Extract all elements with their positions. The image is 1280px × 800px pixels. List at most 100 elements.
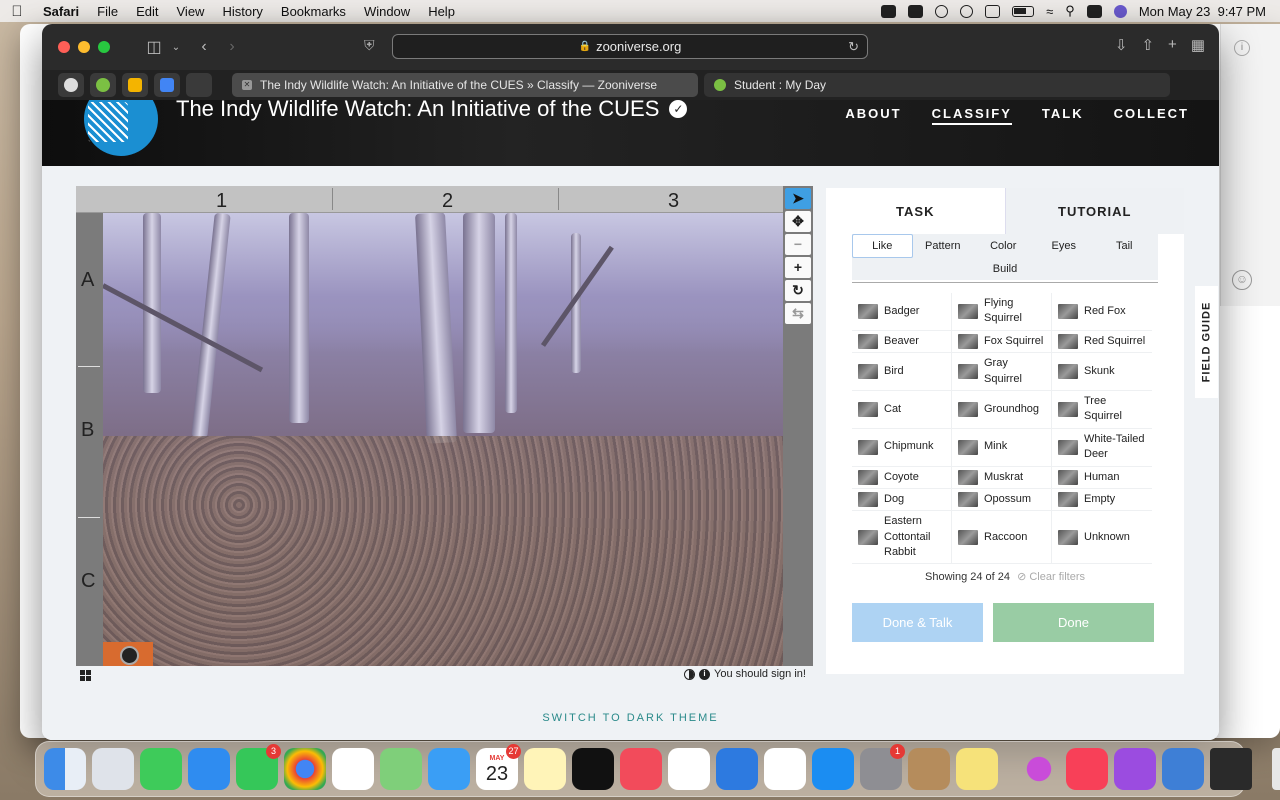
chrome-icon[interactable] bbox=[284, 748, 326, 790]
menu-file[interactable]: File bbox=[88, 4, 127, 19]
species-choice[interactable]: Bird bbox=[852, 353, 952, 391]
species-choice[interactable]: Coyote bbox=[852, 466, 952, 489]
mail-icon[interactable] bbox=[428, 748, 470, 790]
species-choice[interactable]: White-Tailed Deer bbox=[1052, 429, 1152, 467]
stickies-icon[interactable] bbox=[956, 748, 998, 790]
contacts-icon[interactable] bbox=[908, 748, 950, 790]
field-guide-tab[interactable]: FIELD GUIDE bbox=[1195, 286, 1218, 398]
species-choice[interactable]: Dog bbox=[852, 488, 952, 512]
keynote-icon[interactable] bbox=[716, 748, 758, 790]
reminders-icon[interactable] bbox=[668, 748, 710, 790]
zoom-out-icon[interactable]: − bbox=[785, 234, 811, 255]
invert-icon[interactable] bbox=[684, 668, 695, 680]
minimize-window-button[interactable] bbox=[78, 41, 90, 53]
project-title[interactable]: The Indy Wildlife Watch: An Initiative o… bbox=[176, 100, 688, 122]
tab-task[interactable]: TASK bbox=[826, 188, 1005, 234]
pinned-tab-1[interactable] bbox=[58, 73, 84, 97]
back-button[interactable]: ‹ bbox=[190, 38, 218, 56]
close-window-button[interactable] bbox=[58, 41, 70, 53]
forward-button[interactable]: › bbox=[218, 38, 246, 56]
filter-like[interactable]: Like bbox=[852, 234, 913, 258]
species-choice[interactable]: Skunk bbox=[1052, 353, 1152, 391]
maps-icon[interactable] bbox=[380, 748, 422, 790]
messages-icon[interactable] bbox=[140, 748, 182, 790]
app-store-icon[interactable] bbox=[812, 748, 854, 790]
downloads-icon[interactable]: ⇩ bbox=[1115, 36, 1128, 54]
apple-tv-icon[interactable] bbox=[572, 748, 614, 790]
news-icon[interactable] bbox=[620, 748, 662, 790]
notes-icon[interactable] bbox=[524, 748, 566, 790]
utility-icon[interactable] bbox=[1162, 748, 1204, 790]
species-choice[interactable]: Human bbox=[1052, 467, 1152, 489]
numbers-icon[interactable] bbox=[764, 748, 806, 790]
menu-bookmarks[interactable]: Bookmarks bbox=[272, 4, 355, 19]
reset-view-icon[interactable]: ⇆ bbox=[785, 303, 811, 324]
address-bar[interactable]: 🔒 zooniverse.org ↻ bbox=[392, 34, 868, 59]
emoji-icon[interactable]: ☺ bbox=[1232, 270, 1252, 290]
species-choice[interactable]: Groundhog bbox=[952, 390, 1052, 429]
app-icon[interactable] bbox=[1018, 748, 1060, 790]
info-icon[interactable]: i bbox=[1234, 40, 1250, 56]
battery-icon[interactable] bbox=[1012, 5, 1035, 17]
screens-icon[interactable] bbox=[985, 4, 1001, 18]
menu-help[interactable]: Help bbox=[419, 4, 464, 19]
wifi-icon[interactable]: ≈ bbox=[1046, 4, 1053, 19]
chevron-down-icon[interactable]: ⌄ bbox=[168, 42, 184, 53]
control-center-icon[interactable] bbox=[1086, 4, 1102, 18]
nav-collect[interactable]: COLLECT bbox=[1114, 106, 1189, 125]
species-choice[interactable]: Empty bbox=[1052, 489, 1152, 512]
pan-tool-icon[interactable]: ✥ bbox=[785, 211, 811, 232]
menu-app-name[interactable]: Safari bbox=[34, 4, 88, 19]
menu-edit[interactable]: Edit bbox=[127, 4, 167, 19]
tab-zooniverse[interactable]: ✕ The Indy Wildlife Watch: An Initiative… bbox=[232, 73, 698, 97]
species-choice[interactable]: Chipmunk bbox=[852, 428, 952, 467]
play-icon[interactable] bbox=[935, 4, 949, 18]
system-preferences-icon[interactable]: 1 bbox=[860, 744, 905, 790]
nav-classify[interactable]: CLASSIFY bbox=[931, 106, 1012, 125]
pinned-tab-3[interactable] bbox=[122, 73, 148, 97]
filter-eyes[interactable]: Eyes bbox=[1034, 234, 1095, 258]
pinned-tab-4[interactable] bbox=[154, 73, 180, 97]
siri-icon[interactable] bbox=[1113, 4, 1127, 18]
species-choice[interactable]: Red Squirrel bbox=[1052, 331, 1152, 354]
info-icon[interactable]: i bbox=[699, 668, 710, 680]
species-choice[interactable]: Eastern Cottontail Rabbit bbox=[852, 511, 952, 565]
clear-filters-button[interactable]: ⊘ Clear filters bbox=[1017, 571, 1085, 583]
privacy-shield-icon[interactable]: ⛨ bbox=[364, 37, 375, 54]
nav-talk[interactable]: TALK bbox=[1042, 106, 1084, 125]
printer-icon[interactable] bbox=[1210, 748, 1252, 790]
species-choice[interactable]: Badger bbox=[852, 293, 952, 331]
nav-about[interactable]: ABOUT bbox=[845, 106, 901, 125]
camera-trap-photo[interactable] bbox=[103, 213, 783, 666]
species-choice[interactable]: Opossum bbox=[952, 488, 1052, 512]
status-app-icon[interactable] bbox=[881, 4, 897, 18]
menu-window[interactable]: Window bbox=[355, 4, 419, 19]
filter-tail[interactable]: Tail bbox=[1094, 234, 1155, 258]
apple-menu-icon[interactable]:  bbox=[0, 3, 34, 20]
project-logo[interactable] bbox=[84, 100, 158, 156]
filter-color[interactable]: Color bbox=[973, 234, 1034, 258]
species-choice[interactable]: Tree Squirrel bbox=[1052, 391, 1152, 429]
zoom-window-button[interactable] bbox=[98, 41, 110, 53]
tab-student-my-day[interactable]: Student : My Day bbox=[704, 73, 1170, 97]
podcasts-icon[interactable] bbox=[1114, 748, 1156, 790]
species-choice[interactable]: Beaver bbox=[852, 330, 952, 354]
species-choice[interactable]: Mink bbox=[952, 428, 1052, 467]
species-choice[interactable]: Red Fox bbox=[1052, 293, 1152, 331]
filter-pattern[interactable]: Pattern bbox=[913, 234, 974, 258]
trash-icon[interactable] bbox=[1272, 748, 1280, 790]
pointer-tool-icon[interactable]: ➤ bbox=[785, 188, 811, 209]
sign-in-message[interactable]: You should sign in! bbox=[714, 668, 806, 680]
status-s-icon[interactable] bbox=[908, 4, 924, 18]
photos-icon[interactable] bbox=[332, 748, 374, 790]
filter-build[interactable]: Build bbox=[852, 258, 1158, 280]
sidebar-toggle-icon[interactable]: ◫ bbox=[140, 37, 168, 57]
upload-icon[interactable] bbox=[960, 4, 974, 18]
tab-overview-icon[interactable]: ▦ bbox=[1191, 36, 1205, 54]
pinned-tab-5[interactable] bbox=[186, 73, 212, 97]
rotate-icon[interactable]: ↻ bbox=[785, 280, 811, 301]
species-choice[interactable]: Fox Squirrel bbox=[952, 330, 1052, 354]
switch-theme-button[interactable]: SWITCH TO DARK THEME bbox=[42, 712, 1219, 724]
launchpad-icon[interactable] bbox=[92, 748, 134, 790]
menu-view[interactable]: View bbox=[168, 4, 214, 19]
